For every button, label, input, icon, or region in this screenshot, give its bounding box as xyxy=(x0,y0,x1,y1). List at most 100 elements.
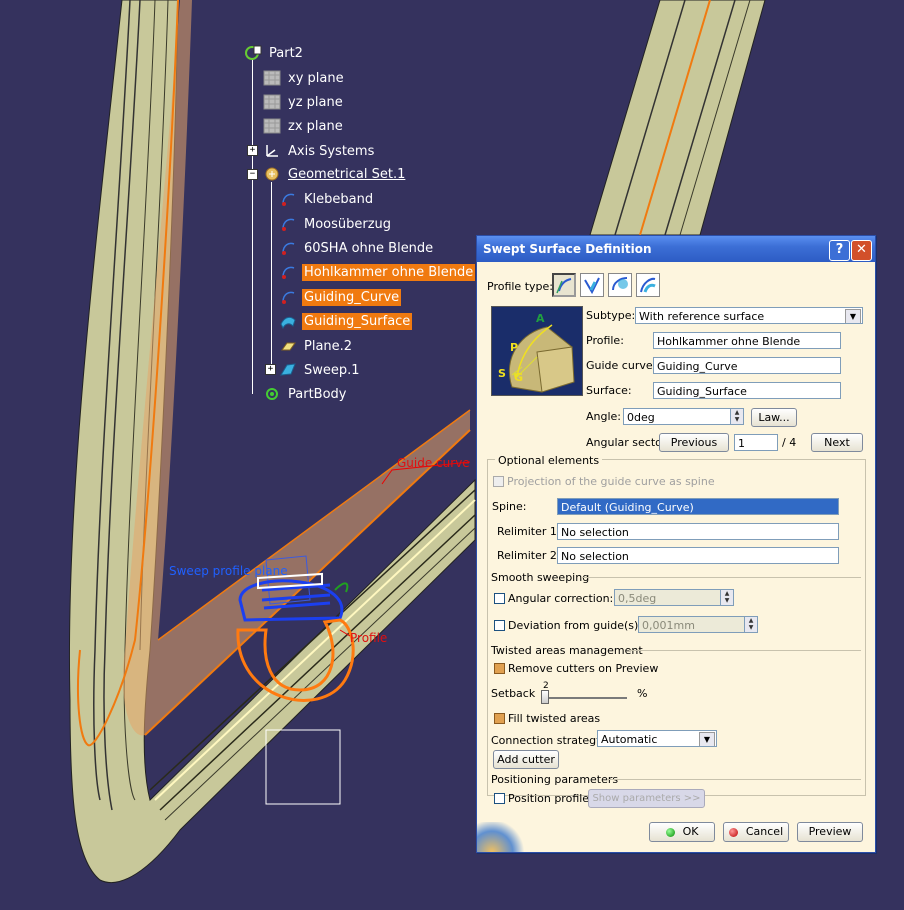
subtype-label: Subtype: xyxy=(586,309,636,322)
angle-spinner[interactable]: ▲ ▼ xyxy=(730,408,744,425)
tree-item-axis-systems[interactable]: Axis Systems xyxy=(262,141,376,161)
sketch-icon xyxy=(278,288,298,306)
tree-item-hohlkammer[interactable]: Hohlkammer ohne Blende xyxy=(278,262,476,282)
plane-icon xyxy=(262,93,282,111)
angular-correction-checkbox[interactable] xyxy=(494,593,505,604)
tree-item-plane-2[interactable]: Plane.2 xyxy=(278,336,354,356)
explicit-profile-icon xyxy=(556,278,572,294)
tree-item-guiding-surface[interactable]: Guiding_Surface xyxy=(278,311,413,331)
profile-label: Profile: xyxy=(586,334,624,347)
deviation-label: Deviation from guide(s): xyxy=(508,619,642,632)
relimiter2-field[interactable]: No selection xyxy=(557,547,839,564)
setback-slider-thumb[interactable] xyxy=(541,690,549,704)
dialog-title: Swept Surface Definition xyxy=(483,242,652,256)
chevron-down-icon: ▼ xyxy=(699,732,715,746)
relimiter1-field[interactable]: No selection xyxy=(557,523,839,540)
tree-item-moosueberzug[interactable]: Moosüberzug xyxy=(278,214,393,234)
spine-label: Spine: xyxy=(492,500,527,513)
ok-icon xyxy=(665,827,675,837)
remove-cutters-checkbox[interactable] xyxy=(494,663,505,674)
guide-curve-field[interactable]: Guiding_Curve xyxy=(653,357,841,374)
connection-strategy-label: Connection strategy: xyxy=(491,734,606,747)
cancel-button[interactable]: Cancel xyxy=(723,822,789,842)
position-profile-checkbox[interactable] xyxy=(494,793,505,804)
expand-axis-systems-toggle[interactable]: + xyxy=(247,145,258,156)
spine-field[interactable]: Default (Guiding_Curve) xyxy=(557,498,839,515)
profile-type-explicit-button[interactable] xyxy=(552,273,576,297)
profile-field[interactable]: Hohlkammer ohne Blende xyxy=(653,332,841,349)
previous-button[interactable]: Previous xyxy=(659,433,729,452)
projection-checkbox[interactable] xyxy=(493,476,504,487)
tree-item-guiding-curve[interactable]: Guiding_Curve xyxy=(278,287,402,307)
guide-curve-label: Guide curve: xyxy=(586,359,657,372)
profile-type-label: Profile type: xyxy=(487,280,553,293)
optional-elements-heading: Optional elements xyxy=(495,454,603,467)
part-body-icon xyxy=(262,385,282,403)
dialog-titlebar[interactable]: Swept Surface Definition xyxy=(477,236,875,262)
relimiter1-label: Relimiter 1: xyxy=(497,525,561,538)
sketch-icon xyxy=(278,190,298,208)
ok-button[interactable]: OK xyxy=(649,822,715,842)
angular-sector-field[interactable]: 1 xyxy=(734,434,778,451)
line-profile-icon xyxy=(584,277,600,295)
close-button[interactable]: ✕ xyxy=(851,240,872,261)
profile-type-circle-button[interactable] xyxy=(608,273,632,297)
collapse-geometrical-set-toggle[interactable]: − xyxy=(247,169,258,180)
help-button[interactable]: ? xyxy=(829,240,850,261)
conic-profile-icon xyxy=(640,277,656,293)
plane-icon xyxy=(262,117,282,135)
geometrical-set-icon xyxy=(262,165,282,183)
positioning-parameters-heading: Positioning parameters xyxy=(491,773,619,786)
tree-root-part2[interactable]: Part2 xyxy=(243,43,305,63)
fill-twisted-checkbox[interactable] xyxy=(494,713,505,724)
profile-type-line-button[interactable] xyxy=(580,273,604,297)
plane-feature-icon xyxy=(278,337,298,355)
preview-button[interactable]: Preview xyxy=(797,822,863,842)
projection-label: Projection of the guide curve as spine xyxy=(507,475,715,488)
sweep-icon xyxy=(278,361,298,379)
deviation-spinner[interactable]: ▲ ▼ xyxy=(744,616,758,633)
connection-strategy-select[interactable]: Automatic ▼ xyxy=(597,730,717,747)
positioning-parameters-divider xyxy=(607,779,861,780)
profile-type-conic-button[interactable] xyxy=(636,273,660,297)
twisted-areas-heading: Twisted areas management xyxy=(491,644,643,657)
sweep-profile-plane-label: Sweep profile plane xyxy=(169,564,288,578)
setback-label: Setback xyxy=(491,687,536,700)
circle-profile-icon xyxy=(612,277,628,291)
subtype-illustration: A P S G xyxy=(491,306,583,396)
tree-item-sweep-1[interactable]: Sweep.1 xyxy=(278,360,362,380)
guide-curve-label: Guide curve xyxy=(397,456,470,470)
deviation-field[interactable]: 0,001mm xyxy=(638,616,746,633)
smooth-sweeping-divider xyxy=(581,577,861,578)
show-parameters-button[interactable]: Show parameters >> xyxy=(588,789,705,808)
subtype-select[interactable]: With reference surface ▼ xyxy=(635,307,863,324)
angle-field[interactable]: 0deg xyxy=(623,408,733,425)
add-cutter-button[interactable]: Add cutter xyxy=(493,750,559,769)
remove-cutters-label: Remove cutters on Preview xyxy=(508,662,659,675)
swept-surface-dialog: Swept Surface Definition ? ✕ Profile typ… xyxy=(476,235,876,853)
cancel-icon xyxy=(728,827,738,837)
catia-logo xyxy=(477,822,527,852)
part-icon xyxy=(243,44,263,62)
smooth-sweeping-heading: Smooth sweeping xyxy=(491,571,590,584)
tree-item-geometrical-set[interactable]: Geometrical Set.1 xyxy=(262,164,407,184)
surface-field[interactable]: Guiding_Surface xyxy=(653,382,841,399)
tree-item-yz-plane[interactable]: yz plane xyxy=(262,92,345,112)
tree-item-xy-plane[interactable]: xy plane xyxy=(262,68,346,88)
diagram-label-p: P xyxy=(510,341,519,354)
angular-correction-field[interactable]: 0,5deg xyxy=(614,589,722,606)
deviation-checkbox[interactable] xyxy=(494,620,505,631)
next-button[interactable]: Next xyxy=(811,433,863,452)
fill-twisted-label: Fill twisted areas xyxy=(508,712,601,725)
tree-item-60sha[interactable]: 60SHA ohne Blende xyxy=(278,238,435,258)
tree-item-klebeband[interactable]: Klebeband xyxy=(278,189,375,209)
tree-item-zx-plane[interactable]: zx plane xyxy=(262,116,345,136)
sketch-icon xyxy=(278,239,298,257)
position-profile-label: Position profile xyxy=(508,792,590,805)
tree-item-partbody[interactable]: PartBody xyxy=(262,384,348,404)
sketch-icon xyxy=(278,215,298,233)
setback-slider-track[interactable] xyxy=(543,697,627,699)
expand-sweep-toggle[interactable]: + xyxy=(265,364,276,375)
angular-correction-spinner[interactable]: ▲ ▼ xyxy=(720,589,734,606)
law-button[interactable]: Law... xyxy=(751,408,797,427)
